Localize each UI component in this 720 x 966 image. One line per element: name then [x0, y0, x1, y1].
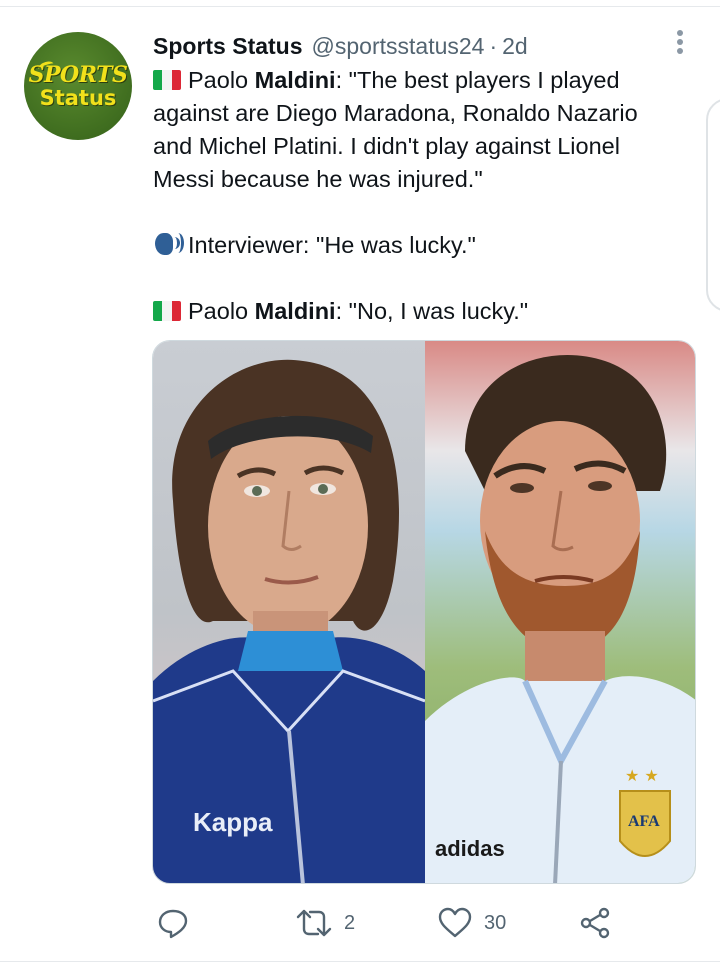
text-segment: : "No, I was lucky." [335, 298, 529, 324]
separator-dot: · [489, 32, 498, 59]
adidas-logo: adidas [435, 836, 505, 861]
timestamp[interactable]: 2d [502, 33, 528, 60]
retweet-count: 2 [344, 911, 356, 934]
speaking-head-icon [153, 231, 184, 257]
tweet-text-line-1: Paolo Maldini: "The best players I playe… [153, 64, 620, 97]
avatar[interactable]: SPORTS Status [24, 32, 132, 140]
italy-flag-icon [153, 70, 181, 90]
retweet-icon [296, 909, 332, 937]
text-segment: Paolo [188, 298, 255, 324]
player-photo-messi[interactable]: adidas AFA ★ ★ [425, 341, 695, 883]
kappa-logo: Kappa [193, 807, 273, 837]
like-button[interactable]: 30 [438, 900, 506, 946]
side-card-edge [706, 98, 720, 312]
tweet-text-line-4: Messi because he was injured." [153, 166, 483, 192]
top-divider [0, 6, 720, 7]
avatar-logo-text-2: Status [39, 86, 117, 110]
like-count: 30 [484, 911, 507, 934]
text-segment: : "The best players I played [335, 67, 620, 93]
italy-flag-icon [153, 301, 181, 321]
heart-icon [438, 907, 472, 938]
share-button[interactable] [580, 900, 612, 946]
author-name[interactable]: Sports Status [153, 33, 303, 60]
bold-name: Maldini [254, 298, 336, 324]
tweet-header: Sports Status @sportsstatus24 · 2d [153, 32, 528, 60]
share-icon [580, 907, 610, 939]
tweet-text-line-2: against are Diego Maradona, Ronaldo Naza… [153, 100, 638, 126]
tweet-media[interactable]: Kappa adidas AFA ★ ★ [152, 340, 696, 884]
player-photo-maldini[interactable]: Kappa [153, 341, 425, 883]
tweet-text-line-6: Paolo Maldini: "No, I was lucky." [153, 295, 528, 328]
avatar-logo-text-1: SPORTS [28, 62, 128, 88]
retweet-button[interactable]: 2 [296, 900, 355, 946]
afa-badge-text: AFA [628, 813, 660, 830]
text-segment: Paolo [188, 67, 255, 93]
tweet-text-line-5: Interviewer: "He was lucky." [153, 229, 476, 262]
bottom-divider [0, 961, 720, 962]
reply-icon [158, 909, 188, 939]
tweet-text-line-3: and Michel Platini. I didn't play agains… [153, 133, 620, 159]
tweet-actions: 2 30 [0, 900, 720, 946]
more-options-icon[interactable] [670, 30, 690, 60]
reply-button[interactable] [157, 900, 189, 946]
author-handle[interactable]: @sportsstatus24 [312, 33, 485, 60]
text-segment: Interviewer: "He was lucky." [188, 232, 476, 258]
svg-text:★ ★: ★ ★ [625, 766, 659, 785]
bold-name: Maldini [254, 67, 336, 93]
